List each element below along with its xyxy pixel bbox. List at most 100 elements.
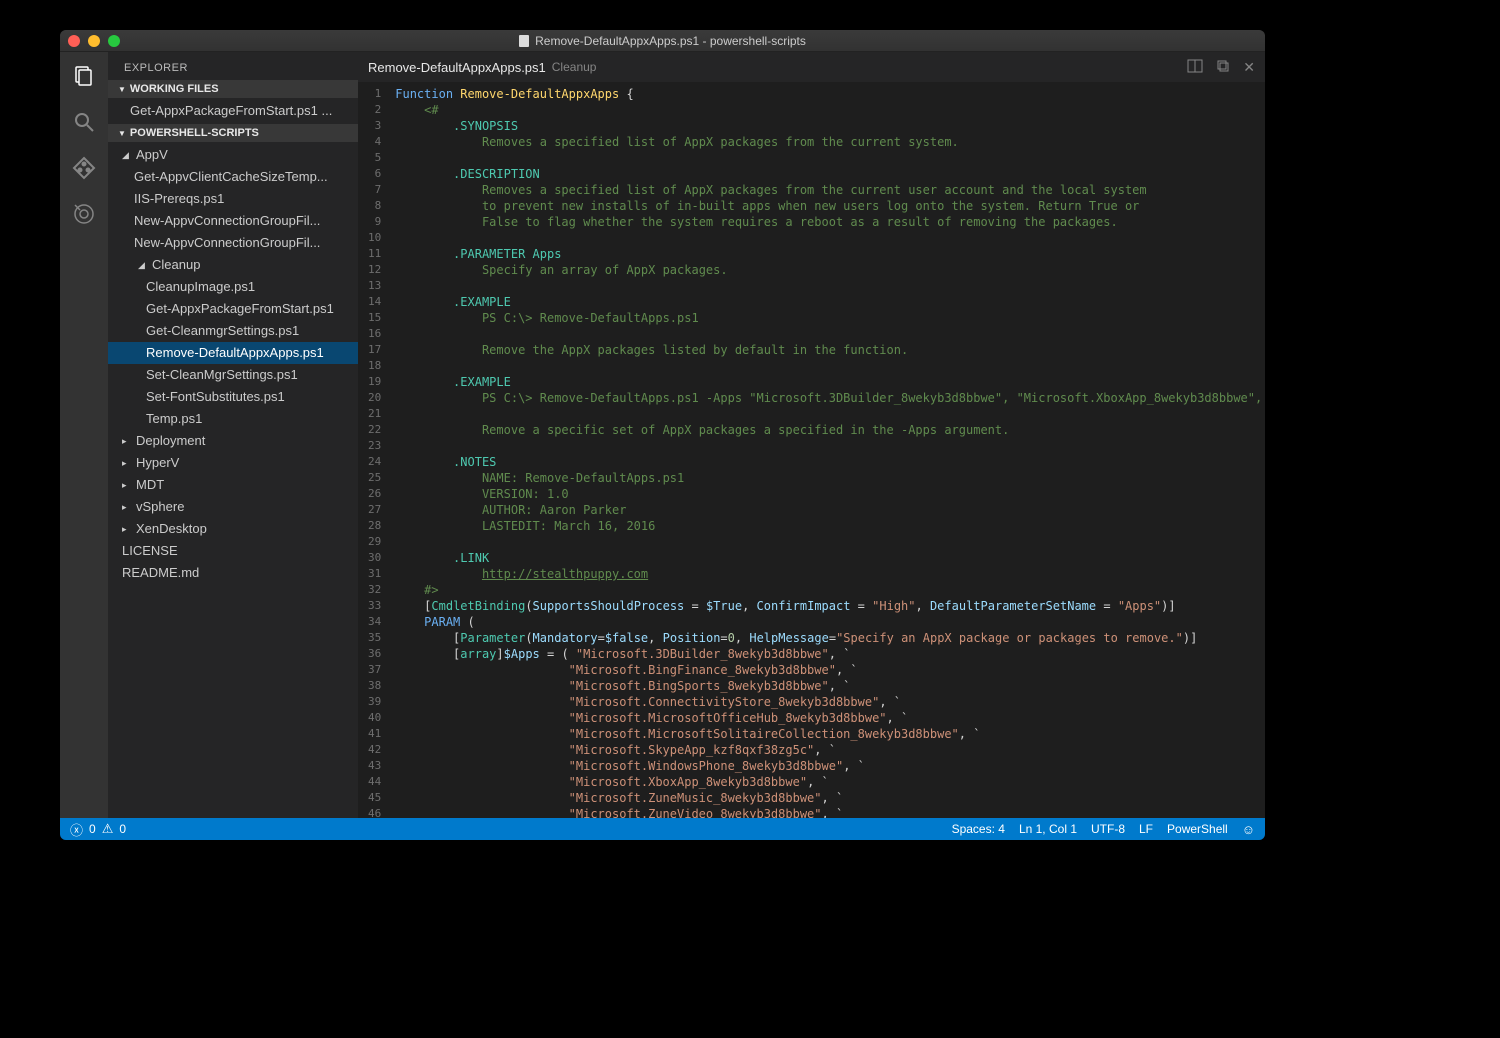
maximize-window-button[interactable] — [108, 35, 120, 47]
project-header[interactable]: ▼ POWERSHELL-SCRIPTS — [108, 124, 358, 142]
explorer-icon[interactable] — [70, 62, 98, 90]
code-line[interactable]: PS C:\> Remove-DefaultApps.ps1 — [395, 310, 1265, 326]
close-editor-icon[interactable]: ✕ — [1243, 59, 1255, 76]
code-line[interactable]: .DESCRIPTION — [395, 166, 1265, 182]
tree-item-label: Set-FontSubstitutes.ps1 — [146, 388, 285, 406]
working-file-item[interactable]: Get-AppxPackageFromStart.ps1 ... — [108, 100, 358, 122]
code-line[interactable]: Remove a specific set of AppX packages a… — [395, 422, 1265, 438]
code-line[interactable]: LASTEDIT: March 16, 2016 — [395, 518, 1265, 534]
folder-item[interactable]: ▸Deployment — [108, 430, 358, 452]
code-line[interactable]: #> — [395, 582, 1265, 598]
code-line[interactable]: .PARAMETER Apps — [395, 246, 1265, 262]
code-line[interactable]: Removes a specified list of AppX package… — [395, 134, 1265, 150]
working-files-header[interactable]: ▼ WORKING FILES — [108, 80, 358, 98]
code-line[interactable]: <# — [395, 102, 1265, 118]
code-line[interactable] — [395, 150, 1265, 166]
code-line[interactable]: PS C:\> Remove-DefaultApps.ps1 -Apps "Mi… — [395, 390, 1265, 406]
code-line[interactable]: NAME: Remove-DefaultApps.ps1 — [395, 470, 1265, 486]
file-item[interactable]: Set-CleanMgrSettings.ps1 — [108, 364, 358, 386]
encoding-status[interactable]: UTF-8 — [1091, 822, 1125, 836]
code-line[interactable]: "Microsoft.BingSports_8wekyb3d8bbwe", ` — [395, 678, 1265, 694]
active-tab-filename[interactable]: Remove-DefaultAppxApps.ps1 — [368, 60, 546, 75]
line-number: 5 — [368, 150, 381, 166]
code-line[interactable]: "Microsoft.XboxApp_8wekyb3d8bbwe", ` — [395, 774, 1265, 790]
code-line[interactable]: [array]$Apps = ( "Microsoft.3DBuilder_8w… — [395, 646, 1265, 662]
code-line[interactable]: "Microsoft.ZuneMusic_8wekyb3d8bbwe", ` — [395, 790, 1265, 806]
code-line[interactable] — [395, 326, 1265, 342]
indent-status[interactable]: Spaces: 4 — [952, 822, 1005, 836]
line-number: 12 — [368, 262, 381, 278]
file-item[interactable]: LICENSE — [108, 540, 358, 562]
code-line[interactable]: "Microsoft.WindowsPhone_8wekyb3d8bbwe", … — [395, 758, 1265, 774]
search-icon[interactable] — [70, 108, 98, 136]
code-line[interactable]: Specify an array of AppX packages. — [395, 262, 1265, 278]
folder-item[interactable]: ◢Cleanup — [108, 254, 358, 276]
code-line[interactable]: .LINK — [395, 550, 1265, 566]
line-number: 38 — [368, 678, 381, 694]
code-line[interactable]: http://stealthpuppy.com — [395, 566, 1265, 582]
code-line[interactable]: "Microsoft.SkypeApp_kzf8qxf38zg5c", ` — [395, 742, 1265, 758]
code-line[interactable]: .SYNOPSIS — [395, 118, 1265, 134]
language-status[interactable]: PowerShell — [1167, 822, 1228, 836]
code-line[interactable]: [Parameter(Mandatory=$false, Position=0,… — [395, 630, 1265, 646]
close-window-button[interactable] — [68, 35, 80, 47]
folder-item[interactable]: ▸vSphere — [108, 496, 358, 518]
code-line[interactable]: .EXAMPLE — [395, 374, 1265, 390]
warnings-icon[interactable]: ⚠ — [102, 821, 114, 837]
code-line[interactable]: AUTHOR: Aaron Parker — [395, 502, 1265, 518]
folder-item[interactable]: ▸XenDesktop — [108, 518, 358, 540]
line-number: 32 — [368, 582, 381, 598]
code-line[interactable]: "Microsoft.ZuneVideo_8wekyb3d8bbwe", ` — [395, 806, 1265, 818]
file-item[interactable]: IIS-Prereqs.ps1 — [108, 188, 358, 210]
file-item[interactable]: Get-CleanmgrSettings.ps1 — [108, 320, 358, 342]
cursor-position[interactable]: Ln 1, Col 1 — [1019, 822, 1077, 836]
file-item[interactable]: Get-AppvClientCacheSizeTemp... — [108, 166, 358, 188]
eol-status[interactable]: LF — [1139, 822, 1153, 836]
code-line[interactable]: VERSION: 1.0 — [395, 486, 1265, 502]
code-line[interactable]: .NOTES — [395, 454, 1265, 470]
minimize-window-button[interactable] — [88, 35, 100, 47]
file-item[interactable]: New-AppvConnectionGroupFil... — [108, 210, 358, 232]
git-icon[interactable] — [70, 154, 98, 182]
file-item[interactable]: Remove-DefaultAppxApps.ps1 — [108, 342, 358, 364]
folder-item[interactable]: ◢AppV — [108, 144, 358, 166]
file-item[interactable]: Temp.ps1 — [108, 408, 358, 430]
code-line[interactable]: Remove the AppX packages listed by defau… — [395, 342, 1265, 358]
file-item[interactable]: Get-AppxPackageFromStart.ps1 — [108, 298, 358, 320]
code-line[interactable]: to prevent new installs of in-built apps… — [395, 198, 1265, 214]
code-line[interactable] — [395, 278, 1265, 294]
folder-item[interactable]: ▸MDT — [108, 474, 358, 496]
code-line[interactable]: PARAM ( — [395, 614, 1265, 630]
code-line[interactable]: Function Remove-DefaultAppxApps { — [395, 86, 1265, 102]
code-line[interactable]: False to flag whether the system require… — [395, 214, 1265, 230]
code-line[interactable] — [395, 230, 1265, 246]
errors-icon[interactable]: ⓧ — [70, 820, 83, 839]
code-line[interactable] — [395, 406, 1265, 422]
code-content[interactable]: Function Remove-DefaultAppxApps { <# .SY… — [395, 82, 1265, 818]
code-line[interactable]: .EXAMPLE — [395, 294, 1265, 310]
line-number: 11 — [368, 246, 381, 262]
split-editor-icon[interactable] — [1187, 58, 1203, 77]
code-line[interactable]: "Microsoft.BingFinance_8wekyb3d8bbwe", ` — [395, 662, 1265, 678]
code-line[interactable]: "Microsoft.ConnectivityStore_8wekyb3d8bb… — [395, 694, 1265, 710]
more-actions-icon[interactable] — [1215, 58, 1231, 77]
code-line[interactable]: Removes a specified list of AppX package… — [395, 182, 1265, 198]
code-line[interactable] — [395, 358, 1265, 374]
code-line[interactable] — [395, 534, 1265, 550]
code-line[interactable] — [395, 438, 1265, 454]
code-editor[interactable]: 1234567891011121314151617181920212223242… — [358, 82, 1265, 818]
error-count[interactable]: 0 — [89, 822, 96, 836]
feedback-icon[interactable]: ☺ — [1242, 822, 1255, 837]
code-line[interactable]: "Microsoft.MicrosoftSolitaireCollection_… — [395, 726, 1265, 742]
sidebar-title: EXPLORER — [108, 52, 358, 80]
debug-icon[interactable] — [70, 200, 98, 228]
file-item[interactable]: README.md — [108, 562, 358, 584]
folder-item[interactable]: ▸HyperV — [108, 452, 358, 474]
file-item[interactable]: CleanupImage.ps1 — [108, 276, 358, 298]
code-line[interactable]: [CmdletBinding(SupportsShouldProcess = $… — [395, 598, 1265, 614]
file-item[interactable]: Set-FontSubstitutes.ps1 — [108, 386, 358, 408]
warning-count[interactable]: 0 — [119, 822, 126, 836]
code-line[interactable]: "Microsoft.MicrosoftOfficeHub_8wekyb3d8b… — [395, 710, 1265, 726]
line-number: 39 — [368, 694, 381, 710]
file-item[interactable]: New-AppvConnectionGroupFil... — [108, 232, 358, 254]
